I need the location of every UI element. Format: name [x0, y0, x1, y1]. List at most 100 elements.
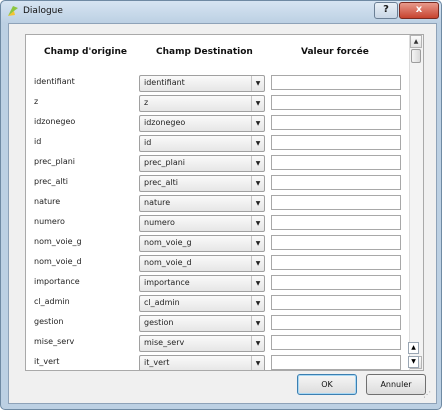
forced-value-input[interactable] — [271, 335, 401, 350]
chevron-down-icon[interactable]: ▼ — [251, 336, 264, 351]
forced-value-input[interactable] — [271, 135, 401, 150]
chevron-down-icon[interactable]: ▼ — [251, 76, 264, 91]
chevron-down-icon[interactable]: ▼ — [251, 216, 264, 231]
cancel-button[interactable]: Annuler — [366, 374, 426, 395]
destination-field-select[interactable]: nom_voie_g ▼ — [139, 235, 265, 252]
destination-field-value: idzonegeo — [144, 118, 186, 127]
destination-field-select[interactable]: importance ▼ — [139, 275, 265, 292]
title-bar[interactable]: Dialogue ? x — [1, 1, 441, 23]
close-button[interactable]: x — [399, 2, 439, 19]
resize-grip-icon[interactable]: ⋰ — [423, 390, 433, 400]
forced-value-input[interactable] — [271, 195, 401, 210]
arrow-up-icon[interactable]: ▲ — [408, 342, 419, 354]
chevron-down-icon[interactable]: ▼ — [251, 96, 264, 111]
destination-field-value: z — [144, 98, 149, 107]
forced-value-input[interactable] — [271, 155, 401, 170]
destination-field-value: importance — [144, 278, 190, 287]
chevron-down-icon[interactable]: ▼ — [251, 136, 264, 151]
destination-field-select[interactable]: prec_plani ▼ — [139, 155, 265, 172]
window-title: Dialogue — [23, 6, 63, 16]
forced-value-input[interactable] — [271, 215, 401, 230]
chevron-down-icon[interactable]: ▼ — [251, 356, 264, 370]
scroll-up-arrow-icon[interactable]: ▲ — [410, 35, 422, 48]
chevron-down-icon[interactable]: ▼ — [251, 196, 264, 211]
inner-vertical-scrollbar[interactable]: ▲ ▼ — [409, 35, 423, 370]
scroll-thumb[interactable] — [411, 49, 421, 63]
destination-field-value: prec_alti — [144, 178, 178, 187]
chevron-down-icon[interactable]: ▼ — [251, 236, 264, 251]
forced-value-input[interactable] — [271, 115, 401, 130]
forced-value-input[interactable] — [271, 315, 401, 330]
destination-field-value: numero — [144, 218, 175, 227]
origin-field-label: cl_admin — [34, 297, 70, 306]
destination-field-select[interactable]: gestion ▼ — [139, 315, 265, 332]
destination-field-select[interactable]: mise_serv ▼ — [139, 335, 265, 352]
forced-value-input[interactable] — [271, 255, 401, 270]
mapping-row: idzonegeo idzonegeo ▼ — [26, 113, 411, 133]
chevron-down-icon[interactable]: ▼ — [251, 296, 264, 311]
mapping-row: nom_voie_g nom_voie_g ▼ — [26, 233, 411, 253]
mapping-row: numero numero ▼ — [26, 213, 411, 233]
dialog-window: Dialogue ? x Champ d'origine Champ Desti… — [0, 0, 442, 410]
destination-field-select[interactable]: numero ▼ — [139, 215, 265, 232]
forced-value-input[interactable] — [271, 235, 401, 250]
forced-value-input[interactable] — [271, 75, 401, 90]
origin-field-label: id — [34, 137, 42, 146]
mapping-row: z z ▼ — [26, 93, 411, 113]
help-button[interactable]: ? — [374, 2, 398, 19]
forced-value-input[interactable] — [271, 275, 401, 290]
origin-field-label: nature — [34, 197, 61, 206]
origin-field-label: prec_plani — [34, 157, 76, 166]
destination-field-select[interactable]: nature ▼ — [139, 195, 265, 212]
mapping-row: identifiant identifiant ▼ — [26, 73, 411, 93]
destination-field-select[interactable]: id ▼ — [139, 135, 265, 152]
origin-field-label: identifiant — [34, 77, 75, 86]
destination-field-select[interactable]: it_vert ▼ — [139, 355, 265, 370]
header-forced-value: Valeur forcée — [301, 47, 369, 57]
destination-field-value: identifiant — [144, 78, 185, 87]
destination-field-select[interactable]: prec_alti ▼ — [139, 175, 265, 192]
dialog-body: Champ d'origine Champ Destination Valeur… — [8, 23, 437, 404]
chevron-down-icon[interactable]: ▼ — [251, 116, 264, 131]
origin-field-label: mise_serv — [34, 337, 75, 346]
mapping-row: it_vert it_vert ▼ — [26, 353, 411, 370]
mapping-row: mise_serv mise_serv ▼ — [26, 333, 411, 353]
mapping-row: nature nature ▼ — [26, 193, 411, 213]
forced-value-input[interactable] — [271, 295, 401, 310]
destination-field-value: nom_voie_g — [144, 238, 192, 247]
origin-field-label: numero — [34, 217, 65, 226]
ok-button[interactable]: OK — [297, 374, 357, 395]
destination-field-select[interactable]: z ▼ — [139, 95, 265, 112]
forced-value-input[interactable] — [271, 355, 401, 370]
chevron-down-icon[interactable]: ▼ — [251, 316, 264, 331]
destination-field-value: cl_admin — [144, 298, 180, 307]
mapping-row: nom_voie_d nom_voie_d ▼ — [26, 253, 411, 273]
chevron-down-icon[interactable]: ▼ — [251, 256, 264, 271]
destination-field-value: id — [144, 138, 152, 147]
mapping-row: importance importance ▼ — [26, 273, 411, 293]
origin-field-label: gestion — [34, 317, 64, 326]
origin-field-label: prec_alti — [34, 177, 68, 186]
chevron-down-icon[interactable]: ▼ — [251, 176, 264, 191]
destination-field-select[interactable]: nom_voie_d ▼ — [139, 255, 265, 272]
origin-field-label: z — [34, 97, 39, 106]
mapping-row: prec_alti prec_alti ▼ — [26, 173, 411, 193]
field-mapping-panel: Champ d'origine Champ Destination Valeur… — [25, 34, 424, 371]
destination-field-select[interactable]: cl_admin ▼ — [139, 295, 265, 312]
outer-scroll-arrows[interactable]: ▲ ▼ — [408, 342, 419, 370]
origin-field-label: idzonegeo — [34, 117, 76, 126]
destination-field-select[interactable]: idzonegeo ▼ — [139, 115, 265, 132]
destination-field-value: it_vert — [144, 358, 170, 367]
forced-value-input[interactable] — [271, 175, 401, 190]
forced-value-input[interactable] — [271, 95, 401, 110]
arrow-down-icon[interactable]: ▼ — [408, 356, 419, 368]
origin-field-label: nom_voie_g — [34, 237, 82, 246]
mapping-row: id id ▼ — [26, 133, 411, 153]
destination-field-value: mise_serv — [144, 338, 185, 347]
origin-field-label: it_vert — [34, 357, 60, 366]
destination-field-select[interactable]: identifiant ▼ — [139, 75, 265, 92]
header-origin-field: Champ d'origine — [44, 47, 127, 57]
chevron-down-icon[interactable]: ▼ — [251, 156, 264, 171]
chevron-down-icon[interactable]: ▼ — [251, 276, 264, 291]
mapping-row: prec_plani prec_plani ▼ — [26, 153, 411, 173]
